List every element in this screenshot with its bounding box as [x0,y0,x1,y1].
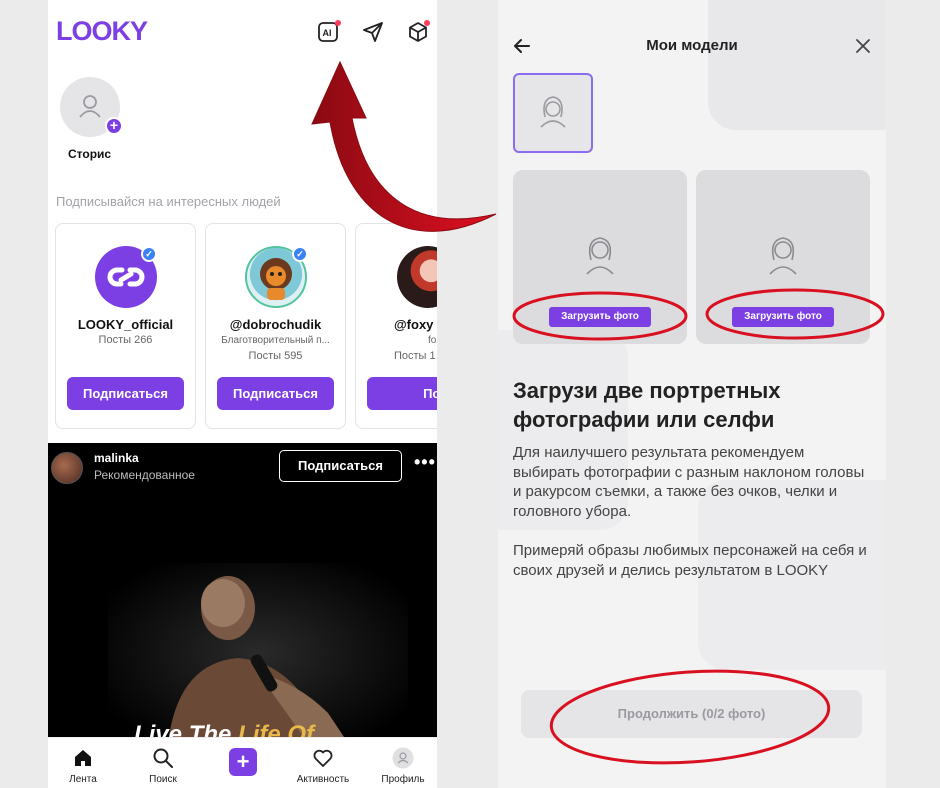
create-post-icon: + [229,748,257,776]
subscribe-button[interactable]: Подписаться [217,377,334,410]
woman-placeholder-icon [586,237,614,275]
user-description: Благотворительный п... [221,335,330,346]
tab-label: Профиль [381,774,425,785]
upload-photo-button[interactable]: Загрузить фото [549,307,651,327]
photo-slot: Загрузить фото [696,170,870,344]
add-story-icon[interactable]: + [105,117,123,135]
user-description: foxic [428,335,437,346]
story-label: Сторис [68,147,112,161]
post-author-name[interactable]: malinka [94,451,139,465]
screenshot-stage: LOOKY AI + Сторис Подписывайся на интере… [0,0,940,788]
looky-logo: LOOKY [56,16,148,46]
post-author-avatar[interactable] [51,452,83,484]
tab-activity[interactable]: Активность [288,738,358,788]
post-subscribe-button[interactable]: Подписаться [279,450,402,482]
tab-feed[interactable]: Лента [48,738,118,788]
model-thumbnail[interactable] [513,73,593,153]
promo-text: Примеряй образы любимых персонажей на се… [513,542,867,579]
tab-search[interactable]: Поиск [128,738,198,788]
tab-label: Активность [296,774,350,785]
tab-label: Поиск [149,774,177,785]
close-icon[interactable] [853,36,873,56]
my-models-screen: Мои модели Загрузить фото Загрузить фото… [498,0,886,788]
home-icon [75,750,91,766]
suggestions-title: Подписывайся на интересных людей [56,194,281,209]
verified-icon: ✓ [141,246,157,262]
subscribe-button[interactable]: Подписаться [67,377,184,410]
ai-notification-dot [335,20,341,26]
subscribe-button[interactable]: Подписа [367,377,437,410]
username: @dobrochudik [229,317,322,332]
posts-count: Посты 266 [98,334,153,346]
upload-photo-button[interactable]: Загрузить фото [732,307,834,327]
search-icon [153,748,173,768]
tab-profile[interactable]: Профиль [368,738,437,788]
bottom-tab-bar: Лента Поиск + Активность Профиль [48,737,437,788]
avatar[interactable] [397,246,437,308]
post-recommended-label: Рекомендованное [94,468,195,482]
cube-notification-dot [424,20,430,26]
verified-icon: ✓ [292,246,308,262]
tab-create[interactable]: + [208,738,278,788]
background-tile [708,0,886,130]
svg-text:AI: AI [323,28,332,38]
woman-placeholder-icon [769,237,797,275]
send-icon[interactable] [361,20,385,44]
instructions-text: Для наилучшего результата рекомендуем вы… [513,444,865,520]
continue-button[interactable]: Продолжить (0/2 фото) [521,690,862,738]
photo-slot: Загрузить фото [513,170,687,344]
ai-icon[interactable]: AI [316,20,341,44]
profile-avatar-icon [392,747,414,769]
cube-icon[interactable] [406,20,430,44]
heart-icon [313,749,333,767]
woman-placeholder-icon [540,96,566,128]
suggestion-card: @foxy foxic Посты 1 Подписа [355,223,437,429]
suggestion-card: ✓ @dobrochudik Благотворительный п... По… [205,223,346,429]
more-options-icon[interactable]: ••• [414,452,436,473]
instructions-heading: Загрузи две портретных фотографии или се… [513,378,781,432]
username: LOOKY_official [77,317,174,332]
video-caption: Live The Life Of [134,721,315,737]
username: @foxy [394,317,434,332]
feed-post[interactable]: malinka Рекомендованное Подписаться ••• … [48,443,437,737]
feed-screen: LOOKY AI + Сторис Подписывайся на интере… [48,0,437,788]
posts-count: Посты 595 [248,350,303,362]
page-title: Мои модели [646,37,738,54]
video-frame-image [108,563,408,737]
suggestion-card: ✓ LOOKY_official Посты 266 Подписаться [55,223,196,429]
tab-label: Лента [69,774,97,785]
posts-count: Посты 1 [394,350,436,362]
